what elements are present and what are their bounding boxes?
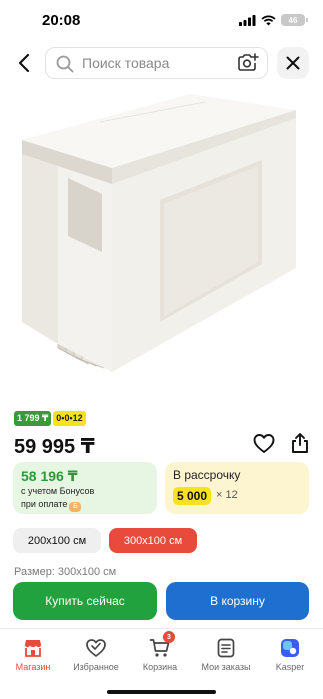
bonus-caption: с учетом Бонусов — [21, 486, 95, 496]
battery-icon: 46 — [281, 14, 308, 26]
back-button[interactable] — [10, 49, 38, 77]
installment-title: В рассрочку — [173, 468, 241, 482]
status-bar: 20:08 46 — [0, 0, 323, 44]
bonus-coin-icon: Б — [69, 502, 82, 512]
tab-orders[interactable]: Мои заказы — [193, 637, 259, 672]
cart-icon-wrapper: 3 — [149, 631, 175, 659]
bonus-price-card[interactable]: 58 196 ₸ с учетом Бонусов при оплате Б — [13, 462, 157, 514]
bonus-amount-badge: 1 799 ₸ — [14, 411, 52, 426]
tab-label-orders: Мои заказы — [201, 662, 251, 672]
size-option-300x100[interactable]: 300x100 см — [109, 528, 197, 553]
status-time: 20:08 — [42, 12, 81, 29]
camera-search-icon[interactable] — [237, 53, 259, 73]
search-icon — [56, 55, 74, 73]
home-indicator — [107, 690, 216, 694]
product-image[interactable] — [0, 82, 323, 382]
kasper-icon — [281, 639, 299, 657]
search-input[interactable] — [82, 53, 222, 73]
installment-badge: 0•0•12 — [53, 411, 86, 426]
share-button[interactable] — [289, 432, 311, 454]
tab-bar: Магазин Избранное 3 Корзина Мои заказы K… — [0, 628, 323, 680]
share-icon — [292, 433, 308, 453]
heart-icon — [253, 434, 275, 453]
battery-level: 46 — [288, 15, 298, 25]
tab-shop[interactable]: Магазин — [0, 637, 66, 672]
installment-card[interactable]: В рассрочку 5 000 × 12 — [165, 462, 309, 514]
size-option-200x100[interactable]: 200x100 см — [13, 528, 101, 553]
buy-now-button[interactable]: Купить сейчас — [13, 582, 157, 620]
shop-icon — [25, 640, 41, 657]
tab-kasper[interactable]: Kasper — [257, 637, 323, 672]
favorites-icon — [86, 639, 106, 657]
bonus-payment-note: при оплате Б — [21, 499, 82, 512]
status-icons: 46 — [239, 14, 308, 26]
tab-label-kasper: Kasper — [275, 662, 305, 672]
tab-favorites[interactable]: Избранное — [63, 637, 129, 672]
close-icon — [286, 56, 300, 70]
search-box[interactable] — [45, 47, 268, 79]
bonus-price: 58 196 ₸ — [21, 468, 78, 484]
orders-icon — [217, 638, 235, 658]
tab-label-favorites: Избранное — [73, 662, 119, 672]
navigation-bar — [0, 44, 323, 82]
promo-badges: 1 799 ₸ 0•0•12 — [14, 411, 86, 426]
tab-label-cart: Корзина — [142, 662, 178, 672]
tab-cart[interactable]: 3 Корзина — [127, 631, 193, 672]
cart-count-badge: 3 — [163, 631, 175, 643]
installment-multiplier: × 12 — [216, 489, 238, 501]
favorite-button[interactable] — [253, 433, 275, 455]
signal-icon — [239, 14, 256, 26]
selected-size-label: Размер: 300x100 см — [14, 566, 117, 578]
chevron-left-icon — [18, 53, 30, 73]
console-table-image — [22, 94, 296, 372]
tab-label-shop: Магазин — [15, 662, 51, 672]
installment-amount: 5 000 — [173, 487, 212, 505]
close-button[interactable] — [277, 47, 309, 79]
product-price: 59 995 ₸ — [14, 436, 95, 458]
add-to-cart-button[interactable]: В корзину — [166, 582, 309, 620]
wifi-icon — [261, 15, 276, 25]
